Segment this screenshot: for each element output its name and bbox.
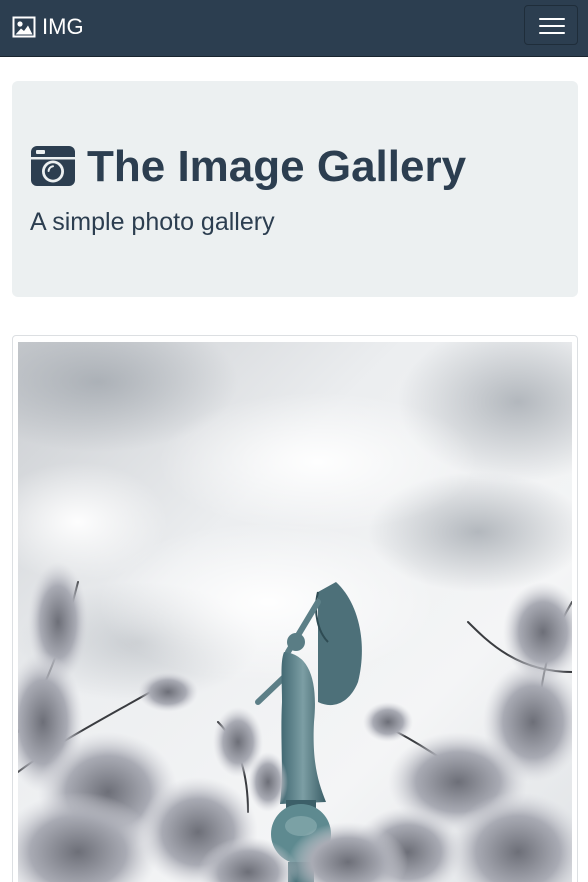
camera-icon [31,146,75,186]
navbar-brand[interactable]: IMG [12,12,84,42]
navbar: IMG [0,0,588,57]
image-icon [12,16,36,38]
gallery-image[interactable] [18,342,572,882]
navbar-toggle-button[interactable] [524,5,578,45]
gallery-card [12,335,578,882]
page-title: The Image Gallery [87,142,467,191]
jumbotron: The Image Gallery A simple photo gallery [12,81,578,297]
brand-text: IMG [42,14,84,39]
page-subtitle: A simple photo gallery [30,208,275,236]
